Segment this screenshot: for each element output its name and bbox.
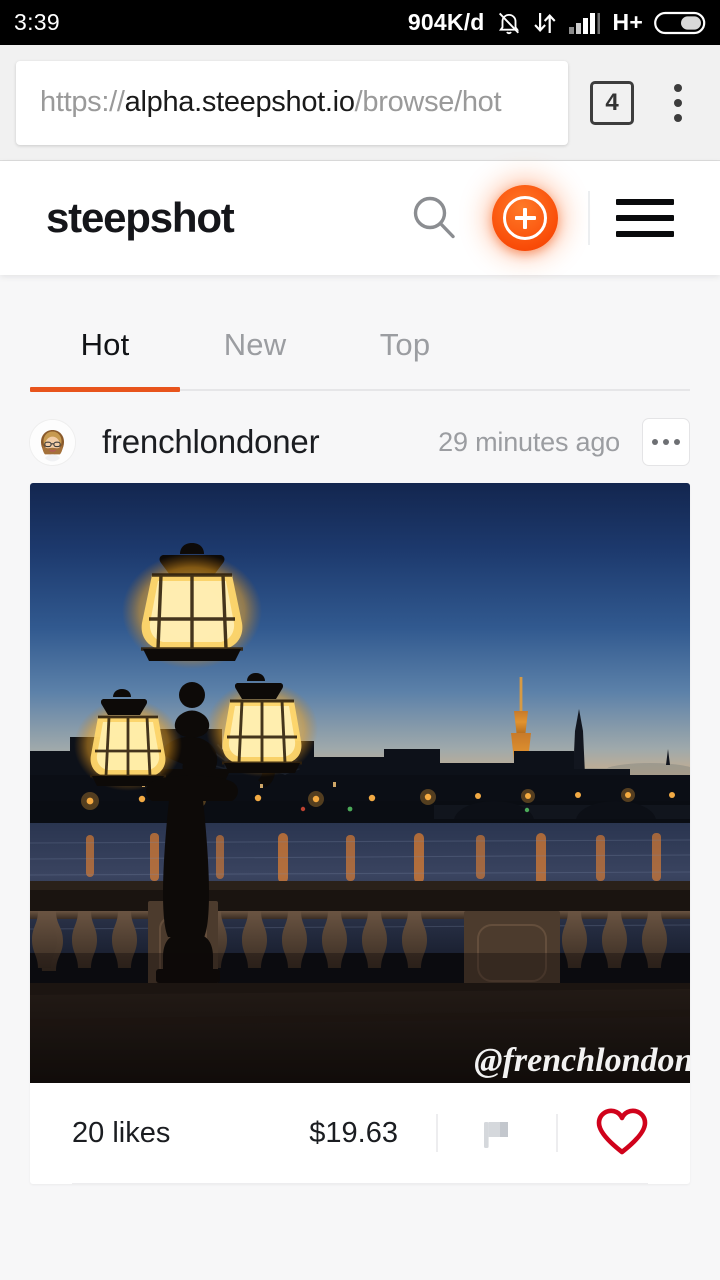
user-avatar[interactable] [30, 419, 75, 465]
app-header: steepshot [0, 161, 720, 275]
post-timestamp: 29 minutes ago [438, 426, 620, 457]
plus-icon [503, 196, 547, 240]
heart-icon[interactable] [596, 1108, 648, 1158]
likes-count[interactable]: 20 likes [72, 1117, 170, 1150]
status-time: 3:39 [14, 9, 60, 35]
tab-hot[interactable]: Hot [30, 327, 180, 389]
hamburger-line [616, 199, 674, 205]
tab-count-button[interactable]: 4 [590, 80, 634, 125]
notifications-off-icon [496, 10, 522, 36]
tab-list: Hot New Top [0, 327, 720, 389]
app-logo[interactable]: steepshot [46, 194, 235, 242]
tab-underline [30, 387, 690, 392]
post-more-button[interactable] [642, 418, 690, 466]
kebab-dot [674, 98, 682, 107]
data-rate-label: 904K/d [407, 9, 485, 35]
photo-watermark: @frenchlondoner [474, 1042, 690, 1079]
kebab-dot [674, 113, 682, 122]
post-payout: $19.63 [309, 1116, 398, 1149]
action-divider [556, 1114, 558, 1152]
signal-bars-icon [568, 10, 602, 36]
flag-icon[interactable] [476, 1112, 518, 1154]
status-bar: 3:39 904K/d H+ [0, 0, 720, 45]
add-post-button[interactable] [492, 185, 558, 251]
search-icon[interactable] [406, 190, 462, 246]
url-host: alpha.steepshot.io [124, 86, 355, 118]
network-type-label: H+ [612, 9, 643, 35]
tab-new[interactable]: New [180, 327, 330, 389]
post-card: @frenchlondoner 20 likes $19.63 [30, 483, 690, 1184]
url-path: /browse/hot [354, 86, 502, 118]
card-separator [72, 1183, 648, 1184]
browser-menu-button[interactable] [652, 83, 704, 122]
more-dot [674, 439, 680, 445]
url-bar[interactable]: https://alpha.steepshot.io/browse/hot [16, 60, 568, 145]
more-dot [663, 439, 669, 445]
hamburger-line [616, 231, 674, 237]
post-feed: frenchlondoner 29 minutes ago @frenchlon… [0, 391, 720, 1184]
data-transfer-icon [533, 10, 557, 36]
tab-count-label: 4 [605, 88, 619, 116]
post-author[interactable]: frenchlondoner [102, 423, 320, 461]
kebab-dot [674, 83, 682, 92]
hamburger-line [616, 215, 674, 221]
url-scheme: https:// [40, 86, 125, 118]
more-dot [652, 439, 658, 445]
browser-toolbar: https://alpha.steepshot.io/browse/hot 4 [0, 45, 720, 161]
feed-tabs: Hot New Top [0, 275, 720, 392]
status-icons: 904K/d H+ [408, 9, 706, 37]
battery-icon [654, 9, 706, 37]
header-divider [588, 191, 590, 245]
post-photo[interactable]: @frenchlondoner [30, 483, 690, 1083]
post-actions: 20 likes $19.63 [30, 1083, 690, 1183]
action-divider [436, 1114, 438, 1152]
post-header: frenchlondoner 29 minutes ago [30, 391, 690, 483]
tab-top[interactable]: Top [330, 327, 480, 389]
url-text: https://alpha.steepshot.io/browse/hot [40, 86, 502, 119]
header-actions [406, 185, 674, 251]
hamburger-menu-icon[interactable] [616, 199, 674, 237]
